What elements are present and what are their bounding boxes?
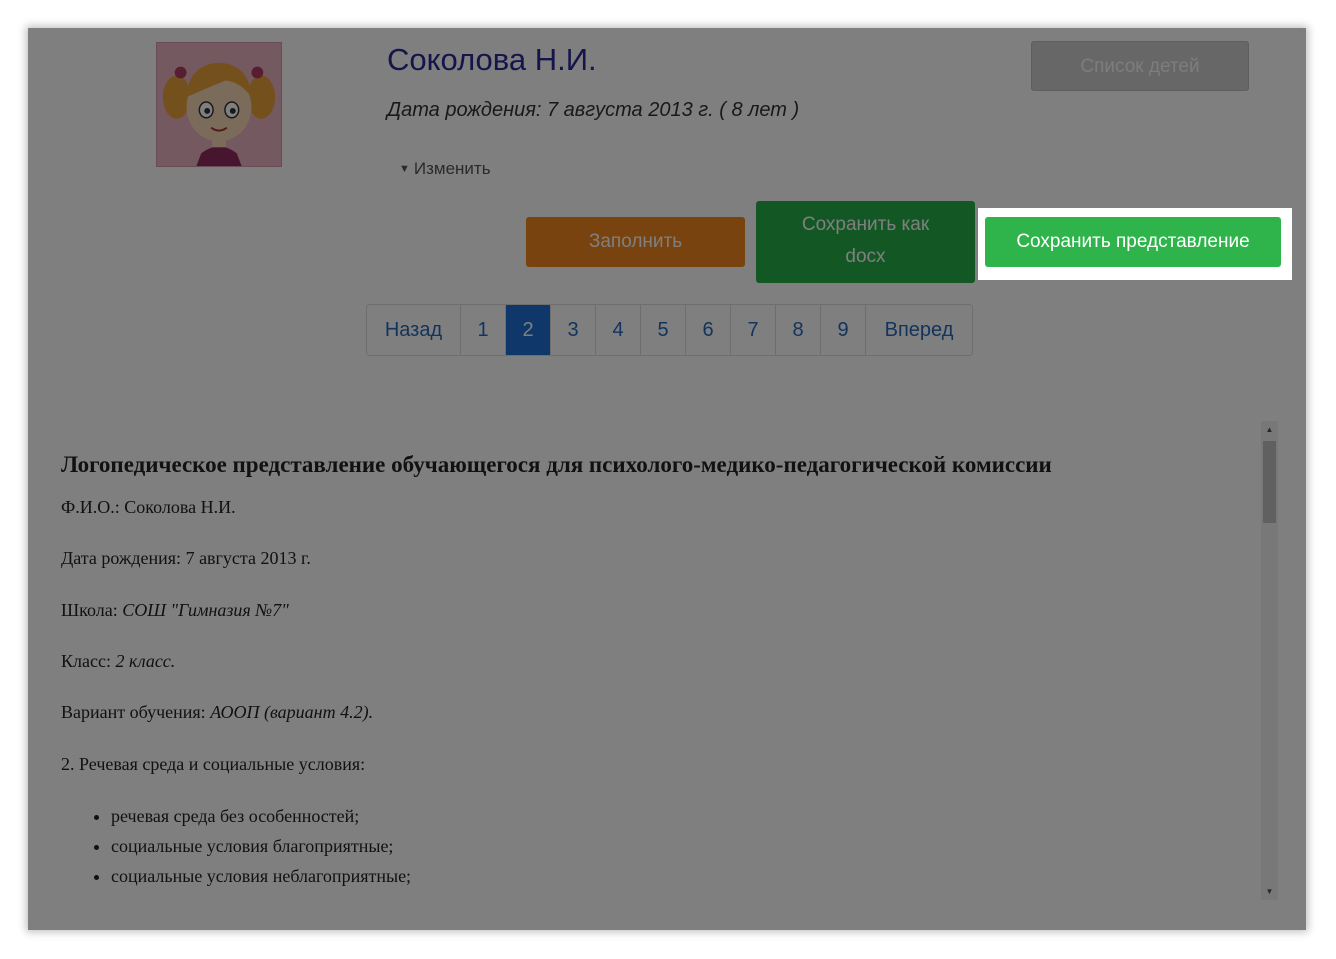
modal-dim-overlay xyxy=(28,28,1306,930)
save-presentation-button[interactable]: Сохранить представление xyxy=(985,217,1281,267)
app-window: Соколова Н.И. Дата рождения: 7 августа 2… xyxy=(28,28,1306,930)
